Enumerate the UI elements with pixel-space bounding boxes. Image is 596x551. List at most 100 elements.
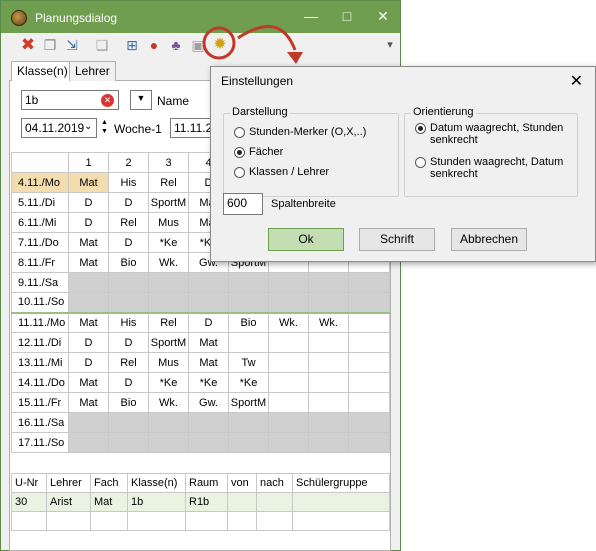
- lesson-cell[interactable]: [308, 392, 349, 413]
- lesson-cell[interactable]: [228, 332, 269, 353]
- detail-cell[interactable]: [127, 511, 186, 531]
- delete-icon[interactable]: ✖: [19, 36, 37, 54]
- day-label[interactable]: 13.11./Mi: [11, 352, 69, 373]
- lesson-cell[interactable]: [68, 432, 109, 453]
- lesson-cell[interactable]: [188, 272, 229, 293]
- lesson-cell[interactable]: Mat: [68, 392, 109, 413]
- lesson-cell[interactable]: [188, 412, 229, 433]
- lesson-cell-extra[interactable]: [348, 432, 390, 453]
- lesson-cell[interactable]: [148, 412, 189, 433]
- lesson-cell[interactable]: Bio: [108, 392, 149, 413]
- detail-cell[interactable]: 30: [11, 492, 47, 512]
- lesson-cell[interactable]: *Ke: [148, 372, 189, 393]
- period-header[interactable]: 1: [68, 152, 109, 173]
- lesson-cell[interactable]: Mus: [148, 352, 189, 373]
- spin-down-icon[interactable]: ▼: [101, 127, 109, 136]
- lesson-cell[interactable]: Rel: [108, 212, 149, 233]
- lesson-cell[interactable]: [108, 432, 149, 453]
- lesson-cell[interactable]: [108, 292, 149, 313]
- lesson-cell[interactable]: Wk.: [268, 311, 309, 333]
- lesson-cell[interactable]: Bio: [228, 311, 269, 333]
- lesson-cell-extra[interactable]: [348, 372, 390, 393]
- radio-stunden-waagrecht[interactable]: Stunden waagrecht, Datum senkrecht: [415, 156, 573, 180]
- lesson-cell[interactable]: [308, 372, 349, 393]
- clear-icon[interactable]: ✕: [101, 94, 114, 107]
- ok-button[interactable]: Ok: [268, 228, 344, 251]
- lesson-cell[interactable]: [108, 272, 149, 293]
- period-header[interactable]: 3: [148, 152, 189, 173]
- day-label[interactable]: 14.11./Do: [11, 372, 69, 393]
- lesson-cell[interactable]: Wk.: [308, 311, 349, 333]
- lesson-cell[interactable]: His: [108, 172, 149, 193]
- radio-faecher-circle[interactable]: [234, 147, 245, 158]
- day-label[interactable]: 15.11./Fr: [11, 392, 69, 413]
- lesson-cell[interactable]: [308, 292, 349, 313]
- lesson-cell[interactable]: D: [108, 372, 149, 393]
- week-spinner[interactable]: ▲ ▼: [101, 118, 109, 136]
- detail-row[interactable]: 30 Arist Mat 1b R1b: [11, 492, 390, 512]
- detail-column-header[interactable]: Schülergruppe: [292, 473, 390, 493]
- lock-icon[interactable]: ▣: [189, 36, 207, 54]
- lesson-cell[interactable]: [268, 352, 309, 373]
- lesson-cell[interactable]: Gw.: [188, 392, 229, 413]
- grid-icon[interactable]: ⊞: [123, 36, 141, 54]
- lesson-cell-extra[interactable]: [348, 392, 390, 413]
- class-dropdown-arrow[interactable]: ▼: [130, 90, 152, 110]
- lesson-cell[interactable]: [148, 272, 189, 293]
- lesson-cell[interactable]: *Ke: [228, 372, 269, 393]
- lesson-cell[interactable]: Rel: [148, 311, 189, 333]
- lesson-cell[interactable]: Bio: [108, 252, 149, 273]
- lesson-cell[interactable]: SportM: [148, 192, 189, 213]
- day-label[interactable]: 7.11./Do: [11, 232, 69, 253]
- tab-klassen[interactable]: Klasse(n): [11, 61, 74, 82]
- lesson-cell[interactable]: Tw: [228, 352, 269, 373]
- search-icon[interactable]: ●: [145, 36, 163, 54]
- radio-klassen-lehrer-circle[interactable]: [234, 167, 245, 178]
- day-label[interactable]: 9.11./Sa: [11, 272, 69, 293]
- lesson-cell[interactable]: [268, 272, 309, 293]
- radio-klassen-lehrer[interactable]: Klassen / Lehrer: [234, 166, 329, 178]
- font-button[interactable]: Schrift: [359, 228, 435, 251]
- detail-row[interactable]: [11, 511, 390, 531]
- lesson-cell-extra[interactable]: [348, 272, 390, 293]
- lesson-cell[interactable]: D: [68, 192, 109, 213]
- dialog-close-button[interactable]: ✕: [570, 71, 583, 91]
- lesson-cell[interactable]: [188, 292, 229, 313]
- detail-cell[interactable]: [227, 511, 257, 531]
- lesson-cell-extra[interactable]: [348, 332, 390, 353]
- lesson-cell[interactable]: Mat: [68, 252, 109, 273]
- spin-up-icon[interactable]: ▲: [101, 118, 109, 127]
- lesson-cell[interactable]: [148, 292, 189, 313]
- detail-column-header[interactable]: Fach: [90, 473, 128, 493]
- detail-cell[interactable]: Mat: [90, 492, 128, 512]
- lesson-cell[interactable]: [268, 372, 309, 393]
- radio-stunden-waagrecht-circle[interactable]: [415, 157, 426, 168]
- detail-cell[interactable]: 1b: [127, 492, 186, 512]
- lesson-cell[interactable]: [68, 272, 109, 293]
- lesson-cell[interactable]: [68, 292, 109, 313]
- day-label[interactable]: 17.11./So: [11, 432, 69, 453]
- detail-cell[interactable]: [256, 511, 293, 531]
- close-button[interactable]: ✕: [367, 5, 399, 27]
- radio-stunden-merker[interactable]: Stunden-Merker (O,X,..): [234, 126, 366, 138]
- export-icon[interactable]: ⇲: [63, 36, 81, 54]
- lesson-cell[interactable]: D: [108, 192, 149, 213]
- radio-datum-waagrecht[interactable]: Datum waagrecht, Stunden senkrecht: [415, 122, 573, 146]
- lesson-cell[interactable]: [108, 412, 149, 433]
- lesson-cell[interactable]: Rel: [148, 172, 189, 193]
- lesson-cell-extra[interactable]: [348, 352, 390, 373]
- toolbar-dropdown-arrow-icon[interactable]: ▾: [381, 36, 399, 54]
- copy-icon[interactable]: ❐: [41, 36, 59, 54]
- day-label[interactable]: 10.11./So: [11, 292, 69, 313]
- cancel-button[interactable]: Abbrechen: [451, 228, 527, 251]
- lesson-cell[interactable]: [188, 432, 229, 453]
- lesson-cell[interactable]: Mat: [188, 332, 229, 353]
- lesson-cell[interactable]: [308, 332, 349, 353]
- tab-lehrer[interactable]: Lehrer: [69, 61, 116, 81]
- lesson-cell[interactable]: His: [108, 311, 149, 333]
- lesson-cell[interactable]: [268, 432, 309, 453]
- lesson-cell[interactable]: [308, 432, 349, 453]
- lesson-cell[interactable]: Mus: [148, 212, 189, 233]
- date-to-picker[interactable]: 11.11.2: [170, 118, 214, 138]
- lesson-cell[interactable]: *Ke: [148, 232, 189, 253]
